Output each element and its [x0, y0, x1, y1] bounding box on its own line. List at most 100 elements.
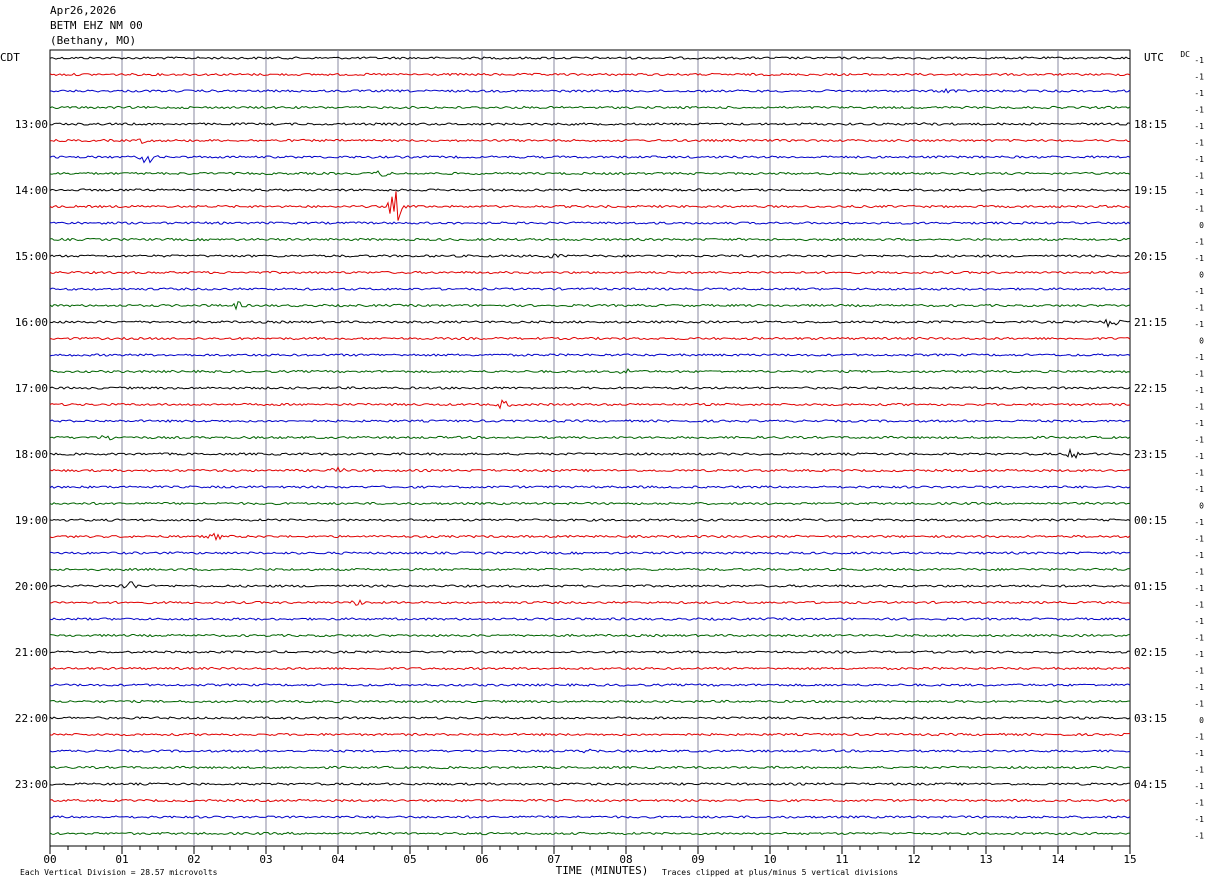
dc-offset-label: -1 — [1194, 749, 1204, 758]
seismic-trace — [49, 551, 1131, 555]
seismic-trace — [49, 501, 1131, 506]
dc-offset-label: -1 — [1194, 700, 1204, 709]
seismic-trace — [49, 399, 1131, 410]
cdt-axis-label: CDT — [0, 51, 20, 64]
dc-offset-label: -1 — [1194, 56, 1204, 65]
dc-offset-label: -1 — [1194, 254, 1204, 263]
seismic-trace — [49, 56, 1131, 60]
cdt-hour-label: 13:00 — [15, 118, 48, 131]
seismic-trace — [49, 815, 1131, 819]
dc-offset-label: -1 — [1194, 452, 1204, 461]
seismic-trace — [49, 122, 1131, 126]
x-tick-label: 09 — [691, 853, 704, 866]
seismic-trace — [49, 368, 1131, 374]
utc-hour-label: 03:15 — [1134, 712, 1167, 725]
helicorder-chart: -1 -1 -1 -1 -1 -1 -1 -1 -1 -1 0 -1 -1 0 -1 -1 -1 0 -1 -1 -1 -… — [0, 49, 1204, 877]
dc-offset-label: -1 — [1194, 89, 1204, 98]
x-tick-label: 02 — [187, 853, 200, 866]
dc-offset-label: -1 — [1194, 832, 1204, 841]
dc-offset-label: -1 — [1194, 238, 1204, 247]
seismic-trace — [49, 386, 1131, 390]
utc-hour-label: 04:15 — [1134, 778, 1167, 791]
seismic-trace — [49, 831, 1131, 836]
dc-offset-label: -1 — [1194, 667, 1204, 676]
x-tick-label: 13 — [979, 853, 992, 866]
x-tick-label: 01 — [115, 853, 128, 866]
dc-offset-label: -1 — [1194, 469, 1204, 478]
seismic-trace — [49, 765, 1131, 770]
seismic-trace — [49, 683, 1131, 687]
dc-offset-label: -1 — [1194, 386, 1204, 395]
seismic-trace — [49, 748, 1131, 754]
dc-offset-label: -1 — [1194, 733, 1204, 742]
seismic-trace — [49, 188, 1131, 192]
seismic-trace — [49, 567, 1131, 572]
cdt-hour-label: 16:00 — [15, 316, 48, 329]
seismic-trace — [49, 434, 1131, 441]
dc-offset-label: -1 — [1194, 799, 1204, 808]
x-axis-title: TIME (MINUTES) — [556, 864, 649, 877]
seismic-trace — [49, 72, 1131, 77]
dc-offset-label: -1 — [1194, 436, 1204, 445]
seismic-trace — [49, 419, 1131, 423]
cdt-hour-label: 14:00 — [15, 184, 48, 197]
seismic-trace — [49, 270, 1131, 275]
dc-offset-label: -1 — [1194, 815, 1204, 824]
x-tick-label: 14 — [1051, 853, 1065, 866]
plot-frame — [49, 49, 1131, 847]
dc-offset-label: -1 — [1194, 172, 1204, 181]
seismic-trace — [49, 532, 1131, 542]
seismic-trace — [49, 599, 1131, 606]
x-tick-label: 05 — [403, 853, 416, 866]
seismic-trace — [49, 798, 1130, 803]
dc-offset-label: -1 — [1194, 766, 1204, 775]
dc-offset-label: -1 — [1194, 403, 1204, 412]
x-tick-label: 03 — [259, 853, 272, 866]
seismic-trace — [49, 170, 1131, 177]
utc-hour-label: 21:15 — [1134, 316, 1167, 329]
seismic-trace — [49, 617, 1131, 621]
cdt-hour-label: 15:00 — [15, 250, 48, 263]
seismic-trace — [49, 782, 1131, 786]
dc-offset-label: 0 — [1199, 221, 1204, 230]
utc-axis-label: UTC — [1144, 51, 1164, 64]
dc-offset-label: -1 — [1194, 568, 1204, 577]
seismic-trace — [49, 237, 1131, 242]
utc-hour-label: 02:15 — [1134, 646, 1167, 659]
x-tick-label: 11 — [835, 853, 848, 866]
dc-offset-label: -1 — [1194, 617, 1204, 626]
dc-header: DC — [1180, 50, 1190, 59]
x-tick-label: 10 — [763, 853, 776, 866]
vertical-division-note: Each Vertical Division = 28.57 microvolt… — [20, 868, 218, 877]
dc-offset-label: -1 — [1194, 106, 1204, 115]
dc-offset-label: -1 — [1194, 139, 1204, 148]
dc-offset-label: -1 — [1194, 419, 1204, 428]
dc-offset-label: 0 — [1199, 502, 1204, 511]
dc-offset-label: -1 — [1194, 518, 1204, 527]
dc-offset-label: -1 — [1194, 304, 1204, 313]
utc-hour-label: 19:15 — [1134, 184, 1167, 197]
x-tick-label: 12 — [907, 853, 920, 866]
dc-offset-label: -1 — [1194, 287, 1204, 296]
dc-offset-label: -1 — [1194, 155, 1204, 164]
dc-offset-label: -1 — [1194, 73, 1204, 82]
x-tick-label: 04 — [331, 853, 345, 866]
seismic-trace — [49, 716, 1131, 720]
seismic-trace — [49, 253, 1131, 259]
dc-offset-label: -1 — [1194, 188, 1204, 197]
utc-hour-label: 00:15 — [1134, 514, 1167, 527]
seismic-trace — [49, 518, 1131, 522]
utc-hour-label: 23:15 — [1134, 448, 1167, 461]
dc-offset-label: -1 — [1194, 370, 1204, 379]
dc-offset-label: -1 — [1194, 782, 1204, 791]
dc-offset-label: -1 — [1194, 584, 1204, 593]
dc-offset-label: -1 — [1194, 353, 1204, 362]
seismic-trace — [49, 301, 1131, 311]
clip-note: Traces clipped at plus/minus 5 vertical … — [662, 868, 898, 877]
seismic-trace — [49, 353, 1131, 357]
seismic-trace — [49, 221, 1131, 225]
utc-hour-label: 18:15 — [1134, 118, 1167, 131]
x-tick-label: 06 — [475, 853, 488, 866]
dc-offset-label: 0 — [1199, 271, 1204, 280]
seismic-trace — [49, 105, 1131, 110]
